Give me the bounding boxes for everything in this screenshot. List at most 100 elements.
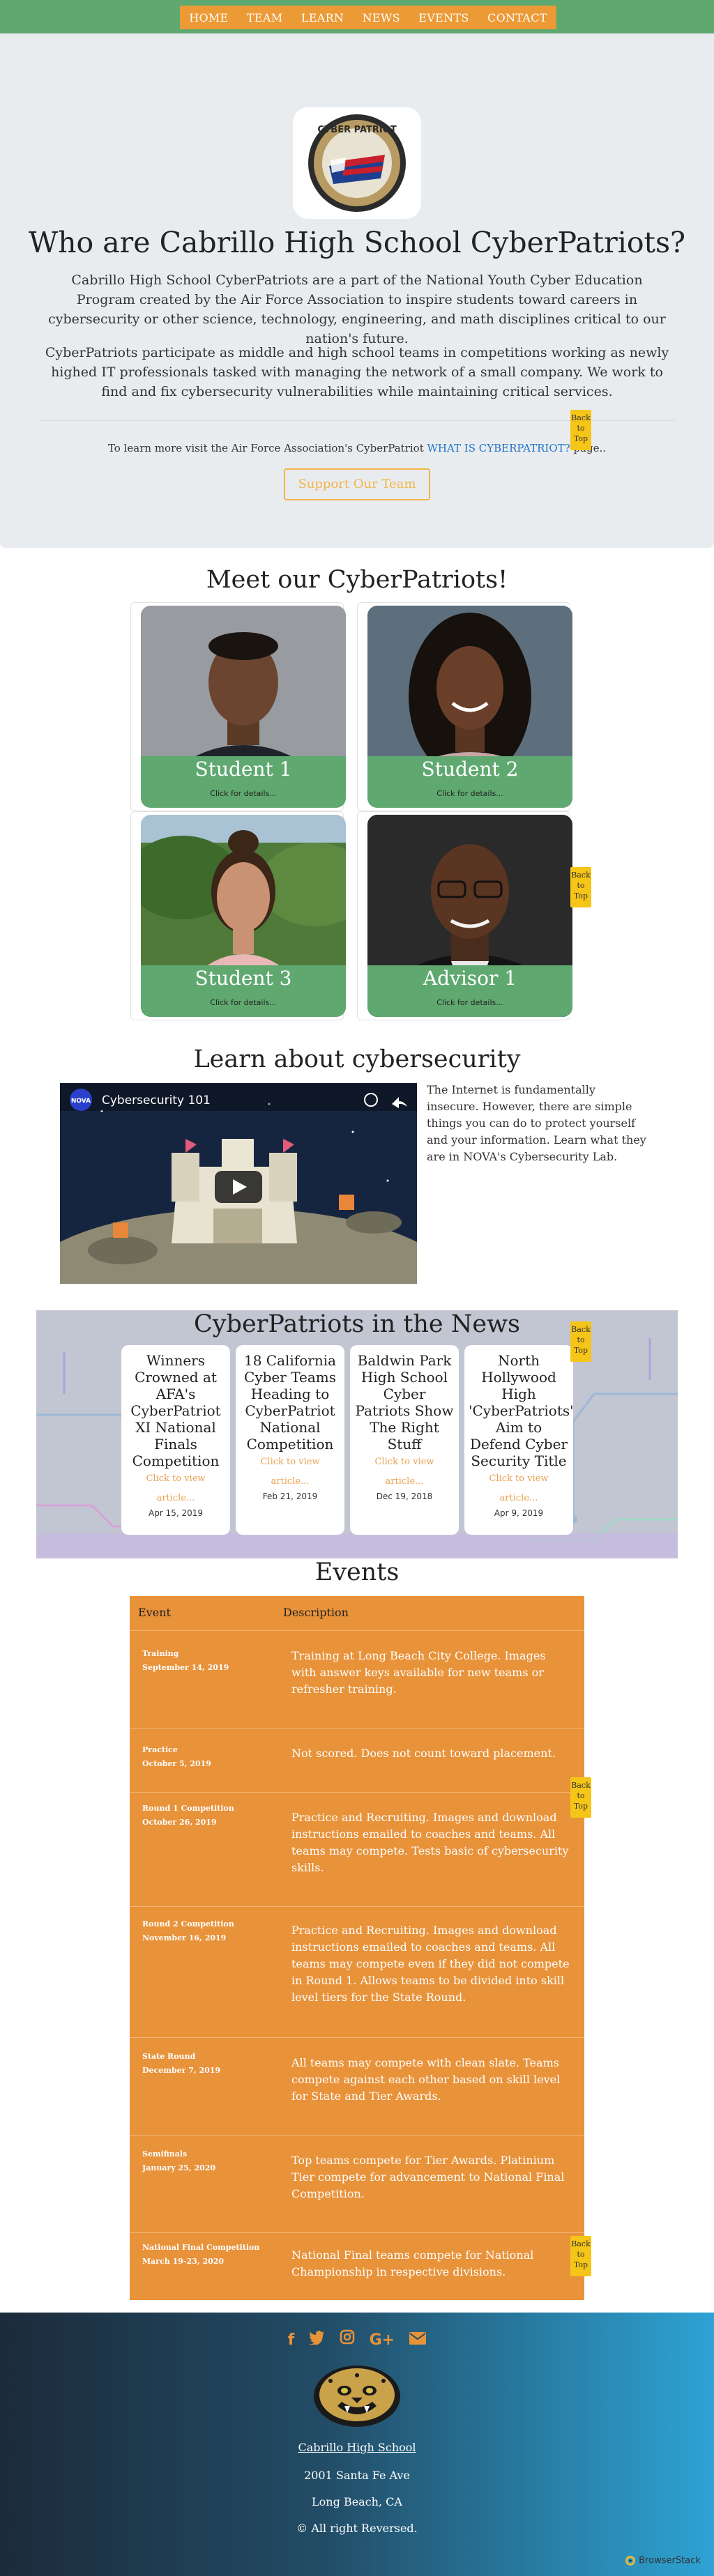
nav-events-link[interactable]: EVENTS: [418, 11, 469, 24]
student-2-details-link[interactable]: Click for details...: [367, 789, 572, 798]
video-player[interactable]: NOVA Cybersecurity 101: [60, 1083, 417, 1284]
event-description: Practice and Recruiting. Images and down…: [291, 1811, 569, 1874]
student-3-details-link[interactable]: Click for details...: [141, 998, 346, 1007]
video-title: Cybersecurity 101: [102, 1094, 211, 1107]
news-article-title: Baldwin Park High School Cyber Patriots …: [355, 1352, 454, 1452]
back-to-top-button[interactable]: Back to Top: [570, 867, 591, 907]
table-row: Practice October 5, 2019 Not scored. Doe…: [130, 1728, 584, 1793]
event-name: Practice: [142, 1745, 178, 1754]
news-article-link[interactable]: Click to view article...: [350, 1452, 459, 1492]
team-card-student-1[interactable]: Student 1 Click for details...: [130, 602, 346, 811]
advisor-1-details-link[interactable]: Click for details...: [367, 998, 572, 1007]
team-card-student-2[interactable]: Student 2 Click for details...: [357, 602, 572, 811]
student-3-name: Student 3: [195, 967, 292, 990]
team-section-title: Meet our CyberPatriots!: [206, 566, 508, 594]
what-is-cyberpatriot-link[interactable]: WHAT IS CYBERPATRIOT?: [427, 442, 570, 454]
btt-label-3: Top: [573, 1346, 588, 1355]
news-card[interactable]: Baldwin Park High School Cyber Patriots …: [350, 1345, 459, 1535]
btt-label-1: Back: [571, 871, 591, 880]
nav-team-link[interactable]: TEAM: [247, 11, 283, 24]
events-section-title: Events: [314, 1558, 400, 1586]
video-thumbnail: NOVA Cybersecurity 101: [60, 1083, 417, 1284]
btt-label-1: Back: [571, 413, 591, 422]
btt-label-1: Back: [571, 1325, 591, 1334]
news-card[interactable]: North Hollywood High 'CyberPatriots' Aim…: [464, 1345, 574, 1535]
logo-text: CYBER PATRIOT: [317, 125, 396, 135]
browserstack-label: BrowserStack: [639, 2555, 701, 2566]
envelope-icon[interactable]: [409, 2331, 427, 2349]
nav-home-link[interactable]: HOME: [189, 11, 228, 24]
back-to-top-button[interactable]: Back to Top: [570, 1777, 591, 1818]
advisor-1-name: Advisor 1: [423, 967, 517, 990]
twitter-icon[interactable]: [309, 2331, 325, 2349]
news-article-date: Feb 21, 2019: [262, 1492, 318, 1501]
event-description: Not scored. Does not count toward placem…: [291, 1747, 556, 1760]
student-2-photo: Student 2 Click for details...: [367, 606, 572, 808]
news-article-date: Apr 15, 2019: [148, 1508, 203, 1518]
event-date: March 19-23, 2020: [142, 2257, 225, 2266]
event-name: Semifinals: [142, 2149, 188, 2159]
table-row: State Round December 7, 2019 All teams m…: [130, 2038, 584, 2136]
cyberpatriot-logo-icon: CYBER PATRIOT: [308, 114, 406, 212]
event-column-header: Event: [138, 1606, 171, 1619]
event-date: October 5, 2019: [142, 1759, 211, 1768]
jaguar-logo-icon: [314, 2366, 400, 2427]
top-navbar: HOME TEAM LEARN NEWS EVENTS CONTACT: [0, 0, 714, 33]
cyberpatriot-logo: CYBER PATRIOT: [293, 107, 421, 219]
nav-contact-link[interactable]: CONTACT: [487, 11, 547, 24]
news-article-link[interactable]: Click to view article...: [236, 1452, 344, 1492]
btt-label-3: Top: [573, 1802, 588, 1811]
news-card[interactable]: 18 California Cyber Teams Heading to Cyb…: [236, 1345, 344, 1535]
event-description: Practice and Recruiting. Images and down…: [291, 1924, 570, 2004]
news-article-link[interactable]: Click to view article...: [121, 1469, 230, 1508]
visit-prefix: To learn more visit the Air Force Associ…: [107, 442, 427, 454]
event-date: September 14, 2019: [142, 1663, 229, 1672]
visit-line: To learn more visit the Air Force Associ…: [0, 442, 714, 454]
news-article-title: 18 California Cyber Teams Heading to Cyb…: [243, 1352, 337, 1452]
hero-paragraph-2: CyberPatriots participate as middle and …: [45, 345, 669, 399]
table-row: Training September 14, 2019 Training at …: [130, 1631, 584, 1728]
back-to-top-button[interactable]: Back to Top: [570, 410, 591, 450]
hero-title: Who are Cabrillo High School CyberPatrio…: [28, 226, 686, 259]
event-description: All teams may compete with clean slate. …: [291, 2056, 561, 2103]
nav-learn-link[interactable]: LEARN: [301, 11, 344, 24]
event-name: National Final Competition: [142, 2243, 260, 2252]
team-card-student-3[interactable]: Student 3 Click for details...: [130, 811, 346, 1020]
footer-school-link[interactable]: Cabrillo High School: [0, 2441, 714, 2454]
btt-label-2: to: [577, 1335, 585, 1344]
social-icons: f G+: [0, 2329, 714, 2349]
footer-address: 2001 Santa Fe Ave: [304, 2469, 410, 2482]
event-description: National Final teams compete for Nationa…: [291, 2248, 534, 2278]
back-to-top-button[interactable]: Back to Top: [570, 2236, 591, 2276]
student-3-band: Student 3 Click for details...: [141, 965, 346, 1017]
browserstack-badge: BrowserStack: [625, 2555, 701, 2566]
table-row: National Final Competition March 19-23, …: [130, 2233, 584, 2300]
footer: f G+ Cabrillo High School 2001 Santa Fe …: [0, 2313, 714, 2576]
btt-label-2: to: [577, 881, 585, 890]
google-plus-icon[interactable]: G+: [370, 2331, 395, 2349]
news-article-link[interactable]: Click to view article...: [464, 1469, 573, 1508]
event-description: Training at Long Beach City College. Ima…: [291, 1649, 546, 1696]
event-name: Round 1 Competition: [142, 1804, 234, 1813]
student-1-details-link[interactable]: Click for details...: [141, 789, 346, 798]
event-name: State Round: [142, 2052, 196, 2061]
btt-label-3: Top: [573, 2260, 588, 2269]
back-to-top-button[interactable]: Back to Top: [570, 1321, 591, 1362]
description-column-header: Description: [283, 1606, 349, 1619]
instagram-icon[interactable]: [340, 2329, 355, 2349]
hero-paragraph-1: Cabrillo High School CyberPatriots are a…: [48, 273, 666, 346]
team-card-advisor-1[interactable]: Advisor 1 Click for details...: [357, 811, 572, 1020]
facebook-icon[interactable]: f: [288, 2331, 295, 2349]
student-3-photo: Student 3 Click for details...: [141, 815, 346, 1017]
btt-label-1: Back: [571, 2239, 591, 2248]
learn-description: The Internet is fundamentally insecure. …: [427, 1083, 646, 1163]
nav-news-link[interactable]: NEWS: [363, 11, 400, 24]
news-card[interactable]: Winners Crowned at AFA's CyberPatriot XI…: [121, 1345, 230, 1535]
table-row: Round 1 Competition October 26, 2019 Pra…: [130, 1793, 584, 1907]
learn-section-title: Learn about cybersecurity: [193, 1045, 521, 1073]
event-description: Top teams compete for Tier Awards. Plati…: [291, 2154, 565, 2200]
event-name: Training: [142, 1649, 179, 1658]
support-our-team-button[interactable]: Support Our Team: [284, 468, 430, 500]
event-name: Round 2 Competition: [142, 1919, 234, 1929]
event-date: October 26, 2019: [142, 1818, 217, 1827]
